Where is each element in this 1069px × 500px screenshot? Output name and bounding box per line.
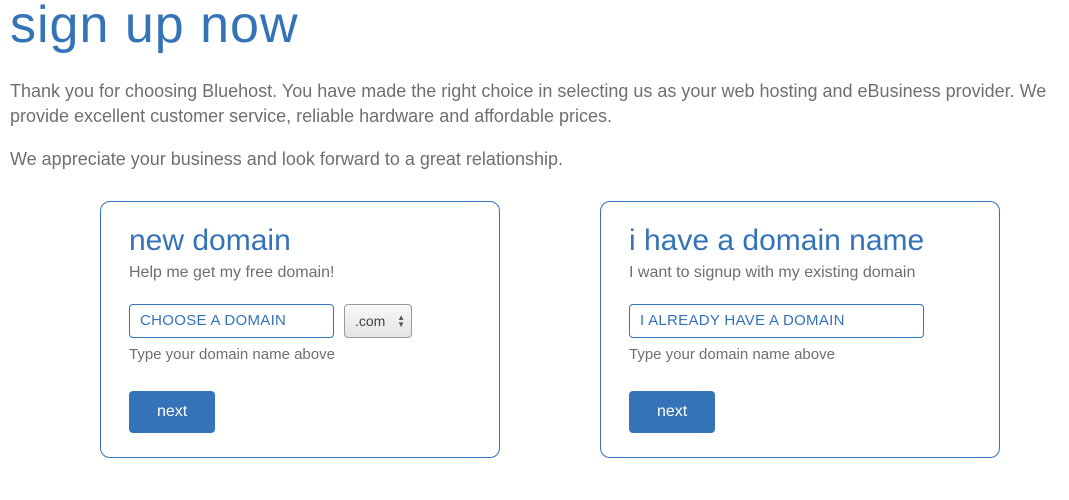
existing-domain-title: i have a domain name bbox=[629, 224, 971, 258]
tld-value: .com bbox=[355, 313, 385, 329]
page-title: sign up now bbox=[10, 0, 1059, 55]
tld-select[interactable]: .com ▲▼ bbox=[344, 304, 412, 338]
existing-domain-input[interactable] bbox=[629, 304, 924, 338]
select-arrows-icon: ▲▼ bbox=[397, 314, 405, 328]
existing-domain-card: i have a domain name I want to signup wi… bbox=[600, 201, 1000, 458]
existing-domain-input-row bbox=[629, 304, 971, 338]
new-domain-input-row: .com ▲▼ bbox=[129, 304, 471, 338]
new-domain-subtitle: Help me get my free domain! bbox=[129, 264, 471, 282]
new-domain-next-button[interactable]: next bbox=[129, 391, 215, 433]
intro-paragraph-2: We appreciate your business and look for… bbox=[10, 147, 1059, 172]
new-domain-card: new domain Help me get my free domain! .… bbox=[100, 201, 500, 458]
intro-paragraph-1: Thank you for choosing Bluehost. You hav… bbox=[10, 79, 1059, 129]
new-domain-input[interactable] bbox=[129, 304, 334, 338]
new-domain-hint: Type your domain name above bbox=[129, 346, 471, 363]
new-domain-title: new domain bbox=[129, 224, 471, 258]
existing-domain-next-button[interactable]: next bbox=[629, 391, 715, 433]
domain-cards: new domain Help me get my free domain! .… bbox=[10, 201, 1059, 458]
existing-domain-subtitle: I want to signup with my existing domain bbox=[629, 264, 971, 282]
existing-domain-hint: Type your domain name above bbox=[629, 346, 971, 363]
